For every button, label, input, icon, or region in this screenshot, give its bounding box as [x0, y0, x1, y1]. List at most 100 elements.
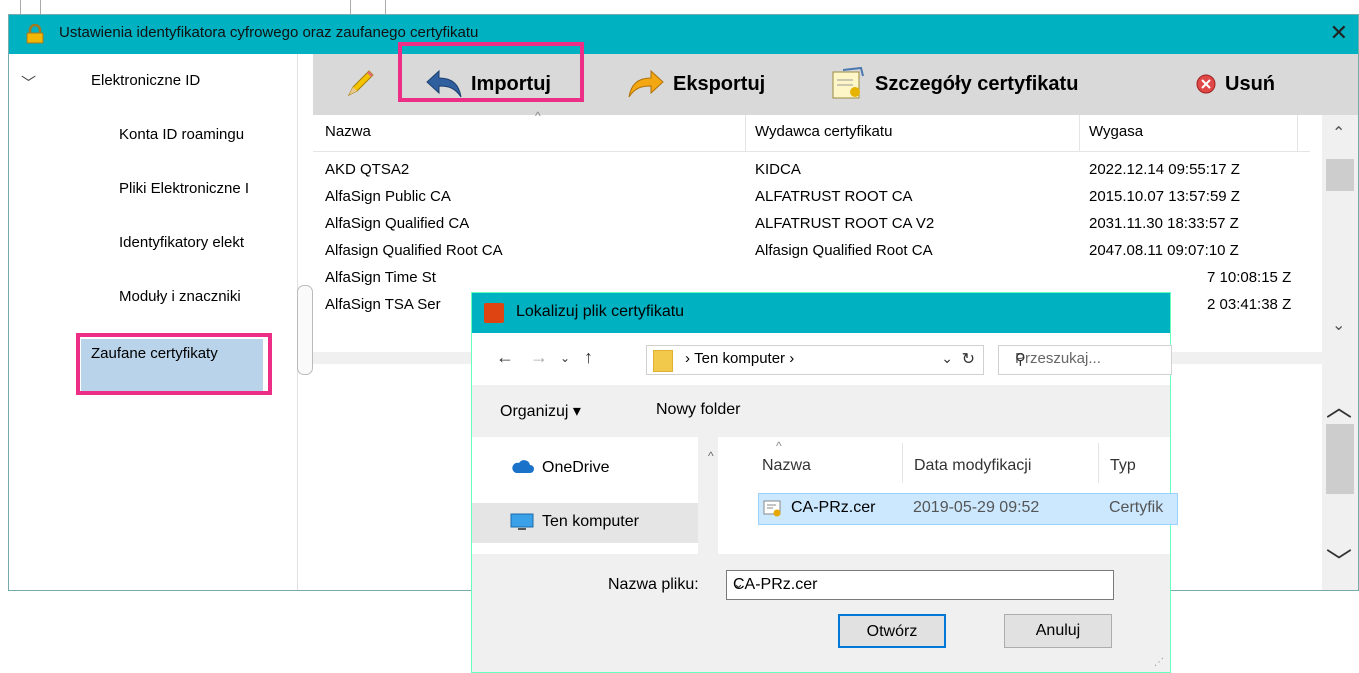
organize-button[interactable]: Organizuj ▾: [500, 401, 581, 421]
cell-name: AKD QTSA2: [325, 161, 410, 178]
nav-item-onedrive[interactable]: OneDrive: [542, 459, 610, 477]
pane-splitter[interactable]: [297, 285, 313, 375]
import-highlight-box: [398, 42, 584, 102]
details-scrollbar[interactable]: ︿ ﹀: [1322, 352, 1358, 590]
cell-name: AlfaSign Qualified CA: [325, 215, 470, 232]
cell-expires: 2047.08.11 09:07:10 Z: [1089, 242, 1239, 259]
dialog-footer: Nazwa pliku: CA-PRz.cer ⌄ Otwórz Anuluj …: [472, 554, 1170, 672]
nav-item-this-pc[interactable]: Ten komputer: [542, 513, 639, 531]
column-divider: [1098, 443, 1099, 483]
folder-icon: [653, 350, 673, 372]
navigation-pane: OneDrive Ten komputer ^: [472, 437, 714, 554]
open-button[interactable]: Otwórz: [838, 614, 946, 648]
file-date: 2019-05-29 09:52: [913, 499, 1040, 516]
file-row[interactable]: CA-PRz.cer 2019-05-29 09:52 Certyfik: [758, 493, 1178, 525]
table-row[interactable]: AKD QTSA2 KIDCA 2022.12.14 09:55:17 Z: [313, 159, 1310, 183]
highlight-box: [76, 333, 272, 395]
back-icon[interactable]: ←: [496, 347, 514, 368]
address-bar[interactable]: › Ten komputer › ⌄ ↻: [646, 345, 984, 375]
column-header-type[interactable]: Typ: [1110, 457, 1136, 475]
tree-item-id-files[interactable]: Pliki Elektroniczne I: [119, 180, 287, 197]
cell-issuer: KIDCA: [755, 161, 801, 178]
search-input[interactable]: Przeszukaj... ⚲: [998, 345, 1172, 375]
column-header-name[interactable]: Nazwa: [325, 123, 371, 140]
column-divider: [1297, 115, 1298, 151]
cell-expires: 2022.12.14 09:55:17 Z: [1089, 161, 1240, 178]
dialog-titlebar: Lokalizuj plik certyfikatu: [472, 293, 1170, 333]
scroll-thumb[interactable]: [1326, 159, 1354, 191]
chevron-down-icon[interactable]: ⌄: [941, 350, 953, 367]
scroll-down-icon[interactable]: ⌄: [1332, 315, 1345, 335]
strip-divider: [350, 0, 351, 14]
tree-item-id-identifiers[interactable]: Identyfikatory elekt: [119, 234, 287, 251]
close-icon[interactable]: ✕: [1330, 20, 1348, 46]
scroll-up-icon[interactable]: ⌃: [1332, 123, 1345, 143]
column-header-name[interactable]: Nazwa: [762, 457, 811, 475]
certificate-file-icon: [763, 500, 781, 517]
sort-indicator-icon: ^: [776, 439, 782, 453]
file-type: Certyfik: [1109, 499, 1164, 516]
cancel-button[interactable]: Anuluj: [1004, 614, 1112, 648]
tree-item-modules[interactable]: Moduły i znaczniki: [119, 288, 287, 305]
chevron-down-icon[interactable]: ﹀: [21, 72, 36, 93]
column-header-issuer[interactable]: Wydawca certyfikatu: [755, 123, 892, 140]
strip-divider: [40, 0, 41, 14]
refresh-icon[interactable]: ↻: [962, 349, 975, 369]
cell-name: Alfasign Qualified Root CA: [325, 242, 503, 259]
forward-arrow-icon: [628, 69, 664, 98]
forward-icon[interactable]: →: [530, 347, 548, 368]
certificate-icon: [832, 66, 864, 99]
column-divider: [902, 443, 903, 483]
table-row[interactable]: Alfasign Qualified Root CA Alfasign Qual…: [313, 240, 1310, 264]
file-list: ^ Nazwa Data modyfikacji Typ CA-PRz.cer …: [718, 437, 1178, 554]
column-header-expires[interactable]: Wygasa: [1089, 123, 1143, 140]
delete-label: Usuń: [1225, 72, 1275, 95]
new-folder-button[interactable]: Nowy folder: [656, 401, 740, 419]
cell-expires: 2 03:41:38 Z: [1207, 296, 1292, 313]
chevron-down-icon[interactable]: ⌄: [733, 576, 1103, 592]
cell-issuer: Alfasign Qualified Root CA: [755, 242, 933, 259]
tree-item-electronic-id[interactable]: Elektroniczne ID: [91, 72, 200, 89]
scroll-up-icon[interactable]: ^: [708, 449, 714, 463]
scroll-down-icon[interactable]: ﹀: [1326, 542, 1352, 579]
window-titlebar: Ustawienia identyfikatora cyfrowego oraz…: [9, 15, 1358, 54]
window-title: Ustawienia identyfikatora cyfrowego oraz…: [59, 24, 479, 41]
column-header-date[interactable]: Data modyfikacji: [914, 457, 1031, 475]
search-icon: ⚲: [1015, 351, 1026, 368]
sort-indicator-icon: ^: [535, 109, 541, 123]
cell-name: AlfaSign Public CA: [325, 188, 451, 205]
certificate-details-button[interactable]: Szczegóły certyfikatu: [831, 66, 1078, 102]
address-bar-row: ← → ⌄ ↑ › Ten komputer › ⌄ ↻ Przeszukaj.…: [472, 333, 1172, 385]
edit-button[interactable]: [343, 66, 385, 102]
cell-issuer: ALFATRUST ROOT CA: [755, 188, 913, 205]
table-row[interactable]: AlfaSign Public CA ALFATRUST ROOT CA 201…: [313, 186, 1310, 210]
export-button[interactable]: Eksportuj: [627, 66, 765, 102]
resize-grip-icon[interactable]: ⋰: [1154, 657, 1164, 668]
column-divider: [1079, 115, 1080, 151]
breadcrumb[interactable]: › Ten komputer ›: [685, 350, 794, 367]
nav-scrollbar[interactable]: [698, 437, 704, 554]
scroll-up-icon[interactable]: ︿: [1326, 387, 1352, 424]
dialog-title: Lokalizuj plik certyfikatu: [516, 303, 685, 320]
scroll-thumb[interactable]: [1326, 424, 1354, 494]
table-header: Nazwa ^ Wydawca certyfikatu Wygasa: [313, 109, 1310, 152]
tree-item-roaming[interactable]: Konta ID roamingu: [119, 126, 289, 143]
file-name: CA-PRz.cer: [791, 499, 876, 516]
table-row[interactable]: AlfaSign Qualified CA ALFATRUST ROOT CA …: [313, 213, 1310, 237]
table-scrollbar[interactable]: ⌃ ⌄: [1322, 115, 1358, 352]
cell-expires: 2015.10.07 13:57:59 Z: [1089, 188, 1240, 205]
table-row[interactable]: AlfaSign Time St 7 10:08:15 Z: [313, 267, 1310, 291]
pencil-icon: [347, 70, 374, 97]
recent-chevron-icon[interactable]: ⌄: [560, 351, 570, 365]
acrobat-icon: [484, 303, 504, 323]
computer-icon: [510, 513, 534, 530]
cell-expires: 2031.11.30 18:33:57 Z: [1089, 215, 1239, 232]
delete-button[interactable]: Usuń: [1195, 66, 1275, 102]
cell-name: AlfaSign TSA Ser: [325, 296, 441, 313]
onedrive-icon: [512, 460, 534, 473]
strip-divider: [20, 0, 21, 14]
command-bar: Organizuj ▾ Nowy folder: [472, 385, 1170, 437]
up-icon[interactable]: ↑: [584, 347, 593, 368]
filename-field[interactable]: CA-PRz.cer ⌄: [726, 570, 1114, 600]
export-label: Eksportuj: [673, 72, 766, 95]
